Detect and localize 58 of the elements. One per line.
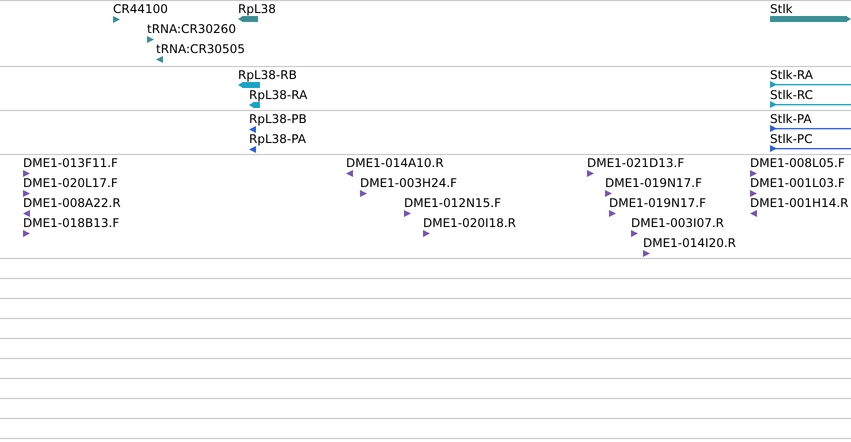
strand-arrow-icon[interactable] — [643, 250, 650, 257]
feature-label[interactable]: Stlk-PA — [770, 112, 812, 126]
strand-arrow-icon[interactable] — [631, 230, 638, 237]
feature-bar[interactable] — [770, 15, 851, 23]
transcript-line[interactable] — [770, 101, 851, 108]
feature-label[interactable]: DME1-008A22.R — [23, 196, 121, 210]
feature-bar[interactable] — [238, 81, 260, 89]
feature-label[interactable]: Stlk-RC — [770, 88, 814, 102]
feature-label[interactable]: DME1-001L03.F — [750, 176, 845, 190]
strand-arrow-icon[interactable] — [587, 170, 594, 177]
strand-arrow-icon[interactable] — [23, 190, 30, 197]
feature-label[interactable]: DME1-014I20.R — [643, 236, 736, 250]
feature-label[interactable]: RpL38-RA — [249, 88, 308, 102]
feature-label[interactable]: DME1-013F11.F — [23, 156, 118, 170]
strand-arrow-icon[interactable] — [346, 170, 353, 177]
feature-label[interactable]: DME1-019N17.F — [609, 196, 706, 210]
feature-label[interactable]: DME1-020I18.R — [423, 216, 516, 230]
transcript-line[interactable] — [770, 125, 851, 132]
feature-label[interactable]: DME1-019N17.F — [605, 176, 702, 190]
feature-label[interactable]: DME1-003I07.R — [631, 216, 724, 230]
feature-label[interactable]: Stlk-RA — [770, 68, 813, 82]
strand-arrow-icon[interactable] — [605, 190, 612, 197]
strand-arrow-icon[interactable] — [147, 36, 154, 43]
strand-arrow-icon[interactable] — [404, 210, 411, 217]
feature-label[interactable]: DME1-003H24.F — [360, 176, 458, 190]
transcript-line[interactable] — [770, 81, 851, 88]
feature-bar[interactable] — [238, 15, 258, 23]
strand-arrow-icon[interactable] — [113, 16, 120, 23]
feature-label[interactable]: Stlk — [770, 2, 793, 16]
strand-arrow-icon[interactable] — [360, 190, 367, 197]
strand-arrow-icon[interactable] — [249, 126, 256, 133]
transcript-line[interactable] — [770, 145, 851, 152]
feature-label[interactable]: RpL38 — [238, 2, 276, 16]
strand-arrow-icon[interactable] — [23, 170, 30, 177]
feature-label[interactable]: RpL38-PB — [249, 112, 307, 126]
feature-label[interactable]: DME1-021D13.F — [587, 156, 684, 170]
feature-label[interactable]: DME1-012N15.F — [404, 196, 502, 210]
strand-arrow-icon[interactable] — [750, 190, 757, 197]
feature-label[interactable]: tRNA:CR30505 — [156, 42, 245, 56]
strand-arrow-icon[interactable] — [750, 210, 757, 217]
strand-arrow-icon[interactable] — [23, 230, 30, 237]
feature-label[interactable]: DME1-014A10.R — [346, 156, 444, 170]
strand-arrow-icon[interactable] — [156, 56, 163, 63]
feature-label[interactable]: RpL38-PA — [249, 132, 306, 146]
strand-arrow-icon[interactable] — [249, 146, 256, 153]
strand-arrow-icon[interactable] — [23, 210, 30, 217]
feature-label[interactable]: DME1-020L17.F — [23, 176, 118, 190]
feature-label[interactable]: DME1-018B13.F — [23, 216, 120, 230]
strand-arrow-icon[interactable] — [609, 210, 616, 217]
feature-label[interactable]: Stlk-PC — [770, 132, 813, 146]
strand-arrow-icon[interactable] — [423, 230, 430, 237]
feature-label[interactable]: DME1-008L05.F — [750, 156, 845, 170]
feature-label[interactable]: CR44100 — [113, 2, 168, 16]
feature-bar[interactable] — [249, 101, 260, 109]
feature-label[interactable]: RpL38-RB — [238, 68, 297, 82]
feature-label[interactable]: tRNA:CR30260 — [147, 22, 236, 36]
feature-label[interactable]: DME1-001H14.R — [750, 196, 848, 210]
strand-arrow-icon[interactable] — [750, 170, 757, 177]
